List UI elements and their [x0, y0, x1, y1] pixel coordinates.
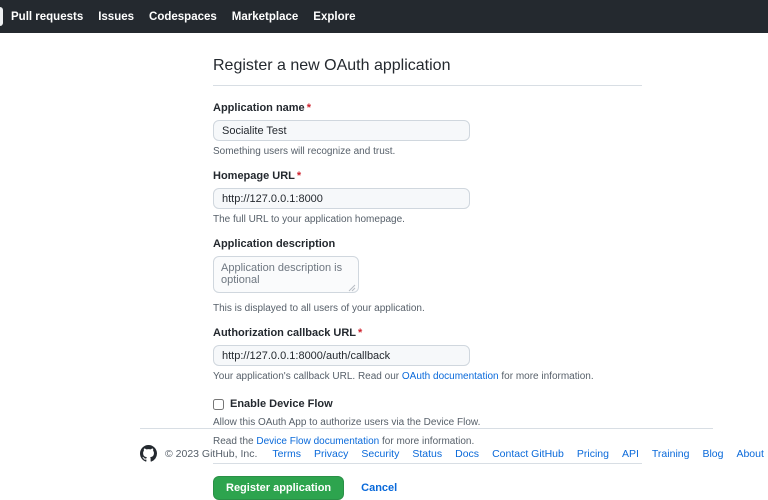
search-box-edge[interactable] [0, 7, 3, 26]
footer-link-terms[interactable]: Terms [272, 448, 301, 460]
callback-url-label-text: Authorization callback URL [213, 327, 357, 339]
nav-item-marketplace[interactable]: Marketplace [232, 11, 298, 23]
app-name-group: Application name* Something users will r… [213, 102, 642, 158]
footer: © 2023 GitHub, Inc. Terms Privacy Securi… [140, 428, 764, 462]
app-name-label: Application name * [213, 102, 642, 115]
homepage-url-note: The full URL to your application homepag… [213, 214, 405, 225]
nav-item-issues[interactable]: Issues [98, 11, 134, 23]
callback-url-group: Authorization callback URL* Your applica… [213, 327, 642, 383]
app-name-note: Something users will recognize and trust… [213, 146, 396, 157]
required-asterisk: * [358, 327, 363, 339]
footer-link-blog[interactable]: Blog [702, 448, 723, 460]
footer-link-status[interactable]: Status [412, 448, 442, 460]
footer-links: Terms Privacy Security Status Docs Conta… [272, 448, 764, 460]
callback-url-input[interactable] [213, 345, 470, 366]
required-asterisk: * [306, 102, 311, 114]
device-flow-checkbox[interactable] [213, 398, 224, 410]
footer-link-security[interactable]: Security [361, 448, 399, 460]
homepage-url-group: Homepage URL* The full URL to your appli… [213, 170, 642, 226]
form-divider [213, 463, 642, 464]
oauth-documentation-link[interactable]: OAuth documentation [402, 371, 499, 382]
nav-item-pull-requests[interactable]: Pull requests [11, 11, 83, 23]
callback-url-label: Authorization callback URL * [213, 327, 642, 340]
form-actions: Register application Cancel [213, 476, 642, 500]
required-asterisk: * [296, 170, 302, 182]
app-name-label-text: Application name [213, 102, 305, 114]
callback-url-note: Your application's callback URL. Read ou… [213, 371, 642, 383]
footer-link-about[interactable]: About [736, 448, 763, 460]
copyright-text: © 2023 GitHub, Inc. [165, 447, 258, 460]
footer-link-pricing[interactable]: Pricing [577, 448, 609, 460]
callback-note-suffix: for more information. [498, 371, 594, 382]
github-logo-icon[interactable] [140, 445, 157, 462]
homepage-url-label-text: Homepage URL [213, 170, 295, 182]
page-title: Register a new OAuth application [213, 57, 642, 86]
description-note: This is displayed to all users of your a… [213, 303, 425, 314]
homepage-url-input[interactable] [213, 188, 470, 209]
device-flow-row: Enable Device Flow [213, 398, 642, 410]
app-name-input[interactable] [213, 120, 470, 141]
homepage-url-label: Homepage URL * [213, 170, 642, 183]
device-flow-label[interactable]: Enable Device Flow [230, 398, 333, 410]
footer-link-contact-github[interactable]: Contact GitHub [492, 448, 564, 460]
register-application-button[interactable]: Register application [213, 476, 345, 500]
description-group: Application description This is displaye… [213, 238, 642, 315]
description-textarea[interactable] [213, 256, 359, 293]
nav-item-explore[interactable]: Explore [313, 11, 355, 23]
footer-link-docs[interactable]: Docs [455, 448, 479, 460]
cancel-link[interactable]: Cancel [361, 482, 397, 494]
nav-item-codespaces[interactable]: Codespaces [149, 11, 217, 23]
description-label: Application description [213, 238, 336, 250]
top-nav: Pull requests Issues Codespaces Marketpl… [0, 0, 768, 33]
footer-link-api[interactable]: API [622, 448, 639, 460]
callback-note-prefix: Your application's callback URL. Read ou… [213, 371, 402, 382]
footer-link-training[interactable]: Training [652, 448, 690, 460]
footer-link-privacy[interactable]: Privacy [314, 448, 348, 460]
